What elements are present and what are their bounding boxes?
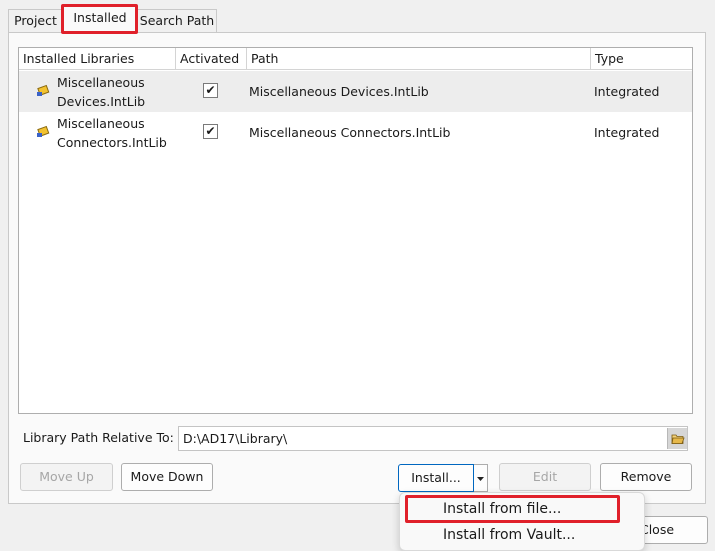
remove-button[interactable]: Remove: [600, 463, 692, 491]
library-path: Miscellaneous Devices.IntLib: [249, 84, 429, 99]
tab-search-path[interactable]: Search Path: [137, 9, 217, 32]
tab-label: Search Path: [139, 13, 215, 28]
browse-folder-button[interactable]: [667, 428, 687, 449]
menu-item-install-from-file[interactable]: Install from file...: [400, 497, 644, 522]
install-dropdown-button[interactable]: [474, 464, 488, 492]
tab-label: Project: [14, 13, 57, 28]
column-header-path[interactable]: Path: [247, 48, 591, 70]
table-row[interactable]: Miscellaneous Devices.IntLib ✔ Miscellan…: [19, 71, 692, 112]
library-name: Miscellaneous Devices.IntLib: [57, 75, 146, 109]
install-button[interactable]: Install...: [398, 464, 474, 492]
library-path: Miscellaneous Connectors.IntLib: [249, 125, 451, 140]
tab-label: Installed: [73, 10, 127, 25]
column-header-type[interactable]: Type: [591, 48, 692, 70]
menu-item-install-from-vault[interactable]: Install from Vault...: [400, 523, 644, 548]
library-path-field[interactable]: D:\AD17\Library\: [178, 426, 688, 451]
install-dropdown-menu: Install from file... Install from Vault.…: [399, 492, 645, 551]
integrated-library-icon: [36, 83, 52, 99]
edit-button[interactable]: Edit: [499, 463, 591, 491]
integrated-library-icon: [36, 124, 52, 140]
folder-open-icon: [671, 434, 685, 444]
column-header-activated[interactable]: Activated: [176, 48, 247, 70]
activated-checkbox[interactable]: ✔: [203, 124, 218, 139]
library-path-label: Library Path Relative To:: [23, 430, 174, 445]
library-type: Integrated: [594, 84, 660, 99]
activated-checkbox[interactable]: ✔: [203, 83, 218, 98]
chevron-down-icon: [477, 477, 484, 481]
library-type: Integrated: [594, 125, 660, 140]
installed-libraries-table: Installed Libraries Activated Path Type …: [18, 47, 693, 414]
column-header-installed-libraries[interactable]: Installed Libraries: [19, 48, 176, 70]
tab-installed[interactable]: Installed: [63, 6, 137, 33]
move-up-button[interactable]: Move Up: [20, 463, 113, 491]
tab-project[interactable]: Project: [8, 9, 63, 32]
move-down-button[interactable]: Move Down: [121, 463, 213, 491]
table-row[interactable]: Miscellaneous Connectors.IntLib ✔ Miscel…: [19, 112, 692, 153]
library-name: Miscellaneous Connectors.IntLib: [57, 116, 167, 150]
